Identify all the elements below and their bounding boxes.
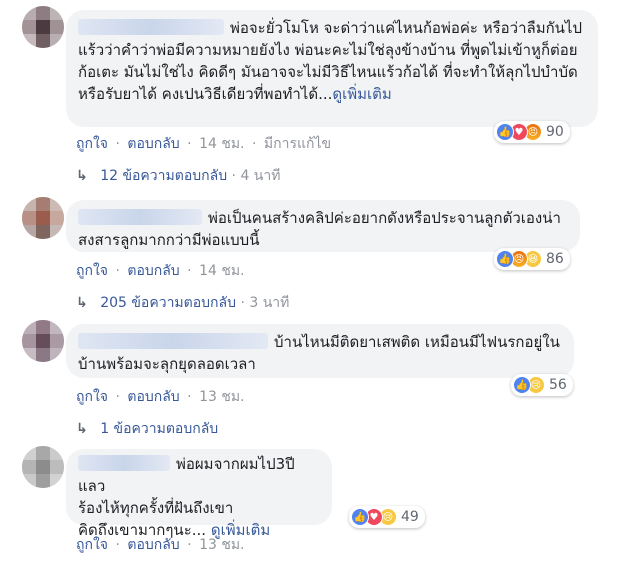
- comment-actions: ถูกใจ · ตอบกลับ · 13 ชม.: [76, 534, 248, 556]
- comment-actions: ถูกใจ · ตอบกลับ · 13 ชม.: [76, 386, 248, 408]
- like-link[interactable]: ถูกใจ: [76, 263, 108, 279]
- separator: ·: [115, 263, 120, 279]
- comment-text-line-2: ร้องไห้ทุกครั้งที่ฝันถึงเขา: [78, 499, 234, 517]
- comment-bubble: พ่อผมจากผมไป3ปีแลว ร้องไห้ทุกครั้งที่ฝัน…: [66, 449, 332, 539]
- comment-actions: ถูกใจ · ตอบกลับ · 14 ชม. · มีการแก้ไข: [76, 133, 334, 155]
- avatar[interactable]: [22, 6, 64, 48]
- reply-arrow-icon: ↳: [76, 168, 88, 184]
- reaction-summary[interactable]: 👍 ♥ 😢 49: [349, 506, 425, 528]
- reaction-summary[interactable]: 👍 😠 😆 86: [494, 248, 570, 270]
- separator: ·: [187, 263, 192, 279]
- author-name[interactable]: [78, 455, 170, 471]
- separator: ·: [251, 136, 257, 152]
- replies-count[interactable]: 1 ข้อความตอบกลับ: [100, 421, 218, 437]
- comment-bubble: พ่อจะยั่วโมโห จะด่าว่าแค่ไหนก้อพ่อค่ะ หร…: [66, 10, 598, 127]
- replies-count[interactable]: 12 ข้อความตอบกลับ: [100, 168, 227, 184]
- like-icon: 👍: [496, 123, 514, 141]
- like-icon: 👍: [351, 508, 369, 526]
- replies-count[interactable]: 205 ข้อความตอบกลับ: [100, 295, 236, 311]
- reply-link[interactable]: ตอบกลับ: [127, 136, 179, 152]
- timestamp[interactable]: 13 ชม.: [199, 389, 244, 405]
- like-link[interactable]: ถูกใจ: [76, 389, 108, 405]
- see-more-link[interactable]: ดูเพิ่มเติม: [332, 85, 391, 103]
- reaction-summary[interactable]: 👍 ♥ 😠 90: [494, 121, 570, 143]
- reply-link[interactable]: ตอบกลับ: [127, 263, 179, 279]
- separator: ·: [240, 295, 245, 311]
- reply-link[interactable]: ตอบกลับ: [127, 389, 179, 405]
- like-icon: 👍: [513, 376, 531, 394]
- comment-bubble: พ่อเป็นคนสร้างคลิปค่ะอยากดังหรือประจานลู…: [66, 200, 580, 252]
- separator: ·: [187, 136, 192, 152]
- author-name[interactable]: [78, 333, 268, 349]
- reply-arrow-icon: ↳: [76, 295, 88, 311]
- reply-link[interactable]: ตอบกลับ: [127, 537, 179, 553]
- reaction-count: 56: [549, 377, 567, 393]
- avatar[interactable]: [22, 446, 64, 488]
- author-name[interactable]: [78, 19, 224, 35]
- reaction-count: 49: [401, 509, 419, 525]
- edited-label[interactable]: มีการแก้ไข: [264, 136, 331, 152]
- separator: ·: [187, 389, 192, 405]
- like-link[interactable]: ถูกใจ: [76, 537, 108, 553]
- reply-arrow-icon: ↳: [76, 421, 88, 437]
- avatar[interactable]: [22, 320, 64, 362]
- view-replies[interactable]: ↳ 205 ข้อความตอบกลับ · 3 นาที: [76, 292, 289, 314]
- replies-time: 4 นาที: [240, 168, 281, 184]
- separator: ·: [187, 537, 192, 553]
- view-replies[interactable]: ↳ 1 ข้อความตอบกลับ: [76, 418, 218, 440]
- timestamp[interactable]: 13 ชม.: [199, 537, 244, 553]
- replies-time: 3 นาที: [249, 295, 290, 311]
- like-icon: 👍: [496, 250, 514, 268]
- comment-bubble: บ้านไหนมีติดยาเสพติด เหมือนมีไฟนรกอยู่ใน…: [66, 324, 574, 378]
- separator: ·: [115, 136, 120, 152]
- timestamp[interactable]: 14 ชม.: [199, 136, 244, 152]
- like-link[interactable]: ถูกใจ: [76, 136, 108, 152]
- avatar[interactable]: [22, 197, 64, 239]
- separator: ·: [115, 389, 120, 405]
- reaction-count: 90: [546, 124, 564, 140]
- comment-actions: ถูกใจ · ตอบกลับ · 14 ชม.: [76, 260, 248, 282]
- separator: ·: [231, 168, 236, 184]
- view-replies[interactable]: ↳ 12 ข้อความตอบกลับ · 4 นาที: [76, 165, 280, 187]
- separator: ·: [115, 537, 120, 553]
- timestamp[interactable]: 14 ชม.: [199, 263, 244, 279]
- reaction-summary[interactable]: 👍 😢 56: [511, 374, 573, 396]
- author-name[interactable]: [78, 209, 202, 225]
- reaction-count: 86: [546, 251, 564, 267]
